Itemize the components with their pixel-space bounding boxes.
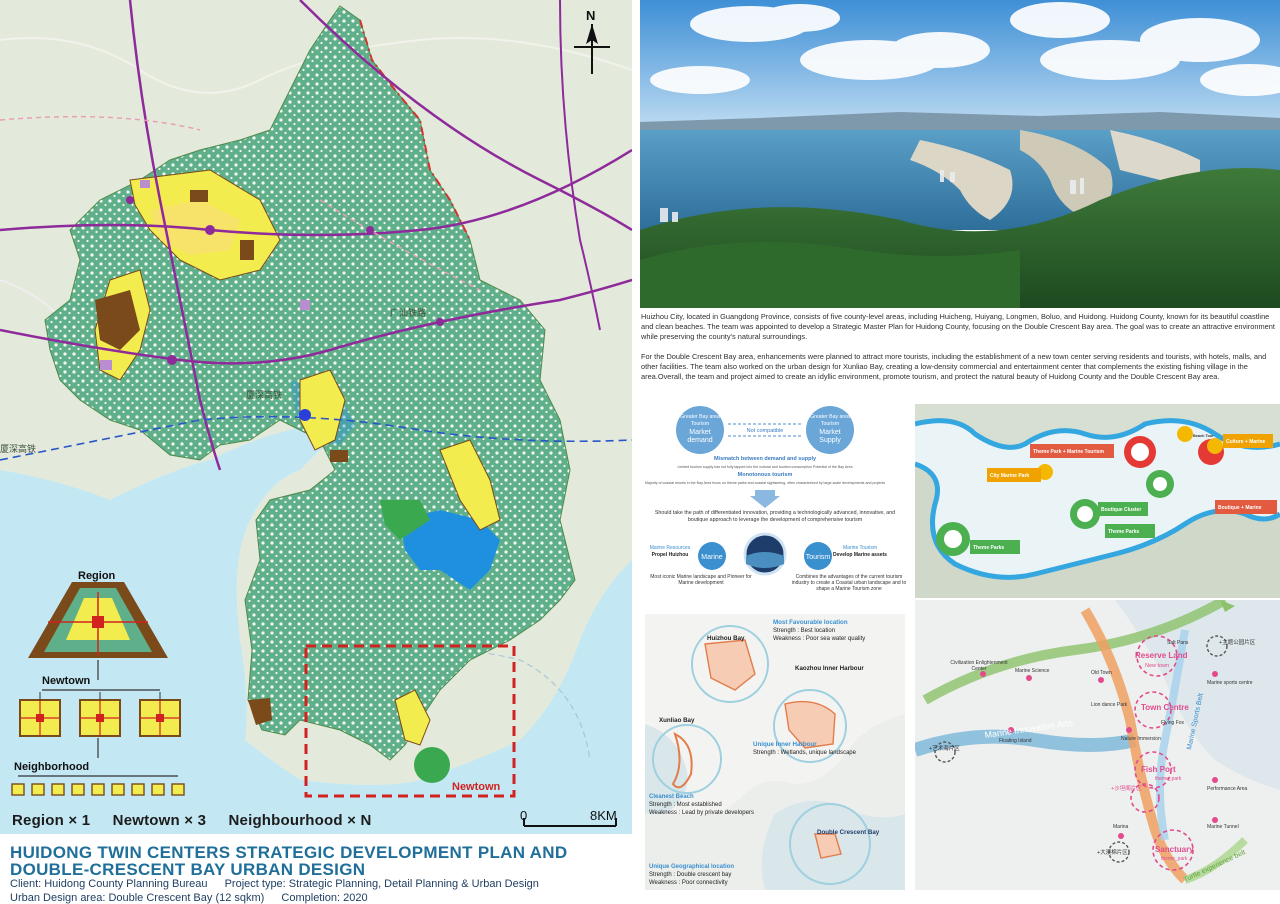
cluster-theme-parks-east: Theme Parks bbox=[1108, 529, 1139, 535]
description-paragraph-1: Huizhou City, located in Guangdong Provi… bbox=[641, 312, 1275, 341]
new-town-label: New town bbox=[1145, 663, 1169, 669]
nature-label: Nature Immersion bbox=[1121, 736, 1161, 742]
tourism-circle-label: Tourism bbox=[806, 554, 831, 561]
railway-label-xiashen: 厦深高铁 bbox=[246, 389, 282, 400]
cluster-beach-tour: Beach Tour bbox=[1193, 434, 1214, 438]
theme-area-label: +主题公园片区 bbox=[1219, 638, 1256, 646]
strength-established: Strength : Most established bbox=[649, 802, 722, 808]
left-circle-line-1: Greater Bay area bbox=[680, 414, 720, 420]
area-text: Urban Design area: Double Crescent Bay (… bbox=[10, 892, 265, 904]
scale-end-label: 8KM bbox=[590, 808, 617, 823]
shatou-area-label: +沙坦阁片区 bbox=[1111, 784, 1142, 792]
right-circle-line-1: Greater Bay area bbox=[810, 414, 850, 420]
sanctuary-label: Sanctuary bbox=[1155, 845, 1194, 854]
count-region: Region × 1 bbox=[12, 812, 91, 829]
left-circle-line-3: Market bbox=[689, 429, 710, 436]
left-circle-line-2: Tourism bbox=[691, 421, 709, 427]
fish-port-label: Fish Port bbox=[1141, 765, 1176, 774]
railway-label-guangshan: 广汕铁路 bbox=[390, 307, 426, 318]
cleanest-beach-label: Cleanest Beach bbox=[649, 794, 694, 800]
concept-plan-map: Reserve Land New town Town Centre Fish P… bbox=[915, 600, 1280, 890]
develop-label: Develop Marine assets bbox=[833, 552, 887, 558]
marine-science-label: Marine Science bbox=[1015, 668, 1050, 674]
project-type-text: Project type: Strategic Planning, Detail… bbox=[224, 878, 539, 890]
project-meta-line-1: Client: Huidong County Planning Bureau P… bbox=[10, 878, 553, 890]
floating-island-label: Floating Island bbox=[999, 738, 1032, 744]
count-neighbourhood: Neighbourhood × N bbox=[228, 812, 372, 829]
monotonous-text: Monotonous tourism bbox=[738, 472, 793, 478]
mismatch-text: Mismatch between demand and supply bbox=[714, 456, 817, 462]
hierarchy-newtown-label: Newtown bbox=[42, 675, 91, 687]
right-circle-line-3: Market bbox=[819, 429, 840, 436]
monotonous-note: Majority of coastal resorts in the Bay A… bbox=[645, 481, 885, 485]
cluster-boutique: Boutique Cluster bbox=[1101, 507, 1141, 513]
weakness-sea-water: Weakness : Poor sea water quality bbox=[773, 636, 865, 642]
mismatch-note: Limited tourism supply has not fully tap… bbox=[678, 465, 853, 469]
not-compatible-text: Not compatible bbox=[747, 428, 784, 434]
right-circle-line-2: Tourism bbox=[821, 421, 839, 427]
xunliao-bay-label: Xunliao Bay bbox=[659, 717, 695, 724]
north-label: N bbox=[586, 8, 596, 23]
weakness-connectivity: Weakness : Poor connectivity bbox=[649, 880, 728, 886]
right-circle-line-4: Supply bbox=[819, 437, 841, 444]
bay-analysis-map: Most Favourable location Strength : Best… bbox=[645, 614, 905, 890]
kaozhou-label: Kaozhou Inner Harbour bbox=[795, 665, 864, 672]
hierarchy-neighborhood-label: Neighborhood bbox=[14, 761, 89, 773]
weakness-private: Weakness : Lead by private developers bbox=[649, 810, 754, 816]
town-centre-label: Town Centre bbox=[1141, 703, 1189, 712]
hierarchy-region-label: Region bbox=[78, 570, 116, 582]
reserve-land-label: Reserve Land bbox=[1135, 651, 1188, 660]
expressway-label: 厦深高铁 bbox=[0, 443, 36, 454]
strategy-text: Should take the path of differentiated i… bbox=[654, 510, 896, 523]
sanctuary-theme-label: theme_park bbox=[1161, 856, 1188, 862]
strength-double-crescent: Strength : Double crescent bay bbox=[649, 872, 731, 878]
cluster-theme-marine: Theme Park + Marine Tourism bbox=[1033, 449, 1104, 455]
master-plan-map: 广汕铁路 厦深高铁 厦深高铁 Region Newtown Neighborho… bbox=[0, 0, 632, 834]
fish-port-theme-label: theme_park bbox=[1155, 776, 1182, 782]
cluster-boutique-marine: Boutique + Marine bbox=[1218, 505, 1262, 511]
civilization-label: Civilization Enlightenment Center bbox=[950, 660, 1008, 672]
old-town-label: Old Town bbox=[1091, 670, 1112, 676]
count-newtown: Newtown × 3 bbox=[112, 812, 207, 829]
marine-tourism-label: Marine Tourism bbox=[843, 545, 877, 551]
unique-inner-label: Unique Inner Harbour bbox=[753, 741, 817, 748]
aerial-photo bbox=[640, 0, 1280, 308]
propel-label: Propel Huizhou bbox=[652, 552, 689, 558]
strength-wetlands: Strength : Wetlands, unique landscape bbox=[753, 750, 857, 756]
huizhou-bay-label: Huizhou Bay bbox=[707, 635, 745, 642]
most-favourable-label: Most Favourable location bbox=[773, 619, 848, 626]
project-title: HUIDONG TWIN CENTERS STRATEGIC DEVELOPME… bbox=[10, 843, 568, 879]
marine-resources-label: Marine Resources bbox=[650, 545, 691, 551]
salt-pans-label: Salt Pans bbox=[1167, 640, 1189, 646]
bullet-left-text: Most iconic Marine landscape and Pioneer… bbox=[650, 574, 752, 586]
marina-label: Marina bbox=[1113, 824, 1129, 830]
lion-dance-label: Lion dance Park bbox=[1091, 702, 1128, 708]
completion-text: Completion: 2020 bbox=[281, 892, 368, 904]
left-circle-line-4: demand bbox=[687, 437, 712, 444]
client-text: Client: Huidong County Planning Bureau bbox=[10, 878, 208, 890]
performance-label: Performance Area bbox=[1207, 786, 1248, 792]
cluster-culture-marine: Culture + Marine bbox=[1226, 439, 1266, 445]
down-arrow-icon bbox=[750, 490, 780, 508]
marine-circle-label: Marine bbox=[701, 554, 723, 561]
map-canvas: 广汕铁路 厦深高铁 厦深高铁 Region Newtown Neighborho… bbox=[0, 0, 632, 834]
double-crescent-label: Double Crescent Bay bbox=[817, 829, 880, 836]
scale-start-label: 0 bbox=[520, 808, 528, 823]
cluster-theme-parks-west: Theme Parks bbox=[973, 545, 1004, 551]
unique-geo-label: Unique Geographical location bbox=[649, 864, 734, 870]
flying-fox-label: Flying Fox bbox=[1161, 720, 1185, 726]
bullet-right-text: Combines the advantages of the current t… bbox=[791, 574, 907, 592]
strength-best-location: Strength : Best location bbox=[773, 628, 835, 634]
hierarchy-count-legend: Region × 1 Newtown × 3 Neighbourhood × N bbox=[12, 812, 389, 829]
marine-tunnel-label: Marine Tunnel bbox=[1207, 824, 1239, 830]
arts-area-label: +艺术海片区 bbox=[929, 744, 960, 752]
dayan-area-label: +大澳棉片区 bbox=[1097, 848, 1128, 856]
cluster-city-marine-park: City Marine Park bbox=[990, 473, 1029, 479]
newtown-area-label: Newtown bbox=[452, 781, 501, 793]
project-meta-line-2: Urban Design area: Double Crescent Bay (… bbox=[10, 892, 382, 904]
marine-sports-label: Marine sports centre bbox=[1207, 680, 1253, 686]
description-paragraph-2: For the Double Crescent Bay area, enhanc… bbox=[641, 352, 1267, 381]
market-diagram: Greater Bay area Tourism Market demand G… bbox=[640, 404, 910, 602]
tourism-cluster-map: Theme Park + Marine Tourism City Marine … bbox=[915, 404, 1280, 598]
